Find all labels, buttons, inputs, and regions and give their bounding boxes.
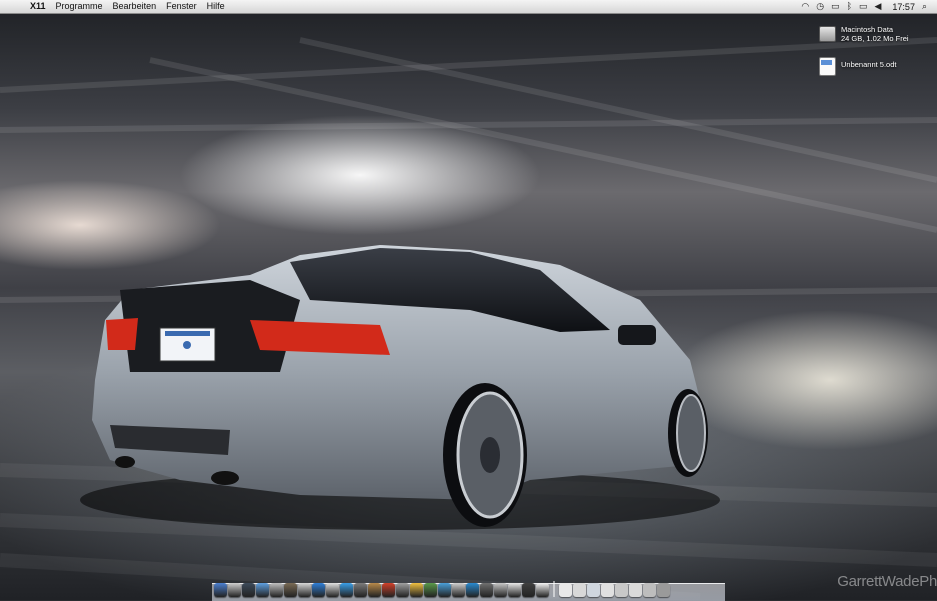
dock-app-icon[interactable] [424,583,437,597]
menu-app-name[interactable]: X11 [22,0,51,13]
dock-app-icon[interactable] [214,583,227,597]
hard-drive-icon [819,26,836,42]
dock-stack-icon[interactable] [573,583,586,597]
dock-stack-icon[interactable] [657,583,670,597]
dock-stack-icon[interactable] [643,583,656,597]
dock-stack-icon[interactable] [615,583,628,597]
dock-app-icon[interactable] [256,583,269,597]
dock-app-icon[interactable] [466,583,479,597]
menu-fenster[interactable]: Fenster [161,0,202,13]
dock-stack-icon[interactable] [629,583,642,597]
menu-bar: X11 Programme Bearbeiten Fenster Hilfe ◠… [0,0,937,14]
menu-clock[interactable]: 17:57 [888,2,915,12]
battery-icon[interactable]: ▭ [859,0,868,13]
dock-app-icon[interactable] [284,583,297,597]
menu-hilfe[interactable]: Hilfe [202,0,230,13]
dock-app-icon[interactable] [354,583,367,597]
dock-app-icon[interactable] [480,583,493,597]
dock-app-icon[interactable] [242,583,255,597]
dock-app-icon[interactable] [228,583,241,597]
wifi-icon[interactable]: ◠ [801,0,809,13]
volume-icon[interactable]: ◀ [875,0,882,13]
dock-stack-icon[interactable] [601,583,614,597]
dock [214,575,724,597]
dock-app-icon[interactable] [312,583,325,597]
time-machine-icon[interactable]: ◷ [816,0,824,13]
bluetooth-icon[interactable]: ᛒ [847,0,852,13]
watermark: GarrettWadePh [837,573,937,590]
dock-app-icon[interactable] [298,583,311,597]
display-icon[interactable]: ▭ [831,0,840,13]
menu-extras: ◠ ◷ ▭ ᛒ ▭ ◀ 17:57 ⌕ [801,0,937,13]
desktop-wallpaper [0,0,937,600]
desktop-icon-label: Unbenannt 5.odt [841,60,897,69]
menu-bearbeiten[interactable]: Bearbeiten [108,0,162,13]
desktop-icon-macintosh-data[interactable]: Macintosh Data 24 GB, 1.02 Mo Frei [819,25,909,43]
search-icon[interactable]: ⌕ [922,0,927,13]
dock-app-icon[interactable] [340,583,353,597]
dock-stack-icon[interactable] [587,583,600,597]
dock-app-icon[interactable] [270,583,283,597]
dock-app-icon[interactable] [396,583,409,597]
dock-app-icon[interactable] [368,583,381,597]
dock-app-icon[interactable] [536,583,549,597]
dock-separator [553,581,555,597]
dock-app-icon[interactable] [410,583,423,597]
car-wallpaper-subject [80,245,720,530]
document-icon [819,57,836,76]
dock-app-icon[interactable] [326,583,339,597]
dock-app-icon[interactable] [438,583,451,597]
desktop-icon-document[interactable]: Unbenannt 5.odt [819,57,896,76]
dock-app-icon[interactable] [508,583,521,597]
desktop-icon-detail: 24 GB, 1.02 Mo Frei [841,33,909,43]
menu-programme[interactable]: Programme [51,0,108,13]
dock-app-icon[interactable] [494,583,507,597]
dock-app-icon[interactable] [452,583,465,597]
dock-app-icon[interactable] [522,583,535,597]
dock-app-icon[interactable] [382,583,395,597]
dock-stack-icon[interactable] [559,583,572,597]
